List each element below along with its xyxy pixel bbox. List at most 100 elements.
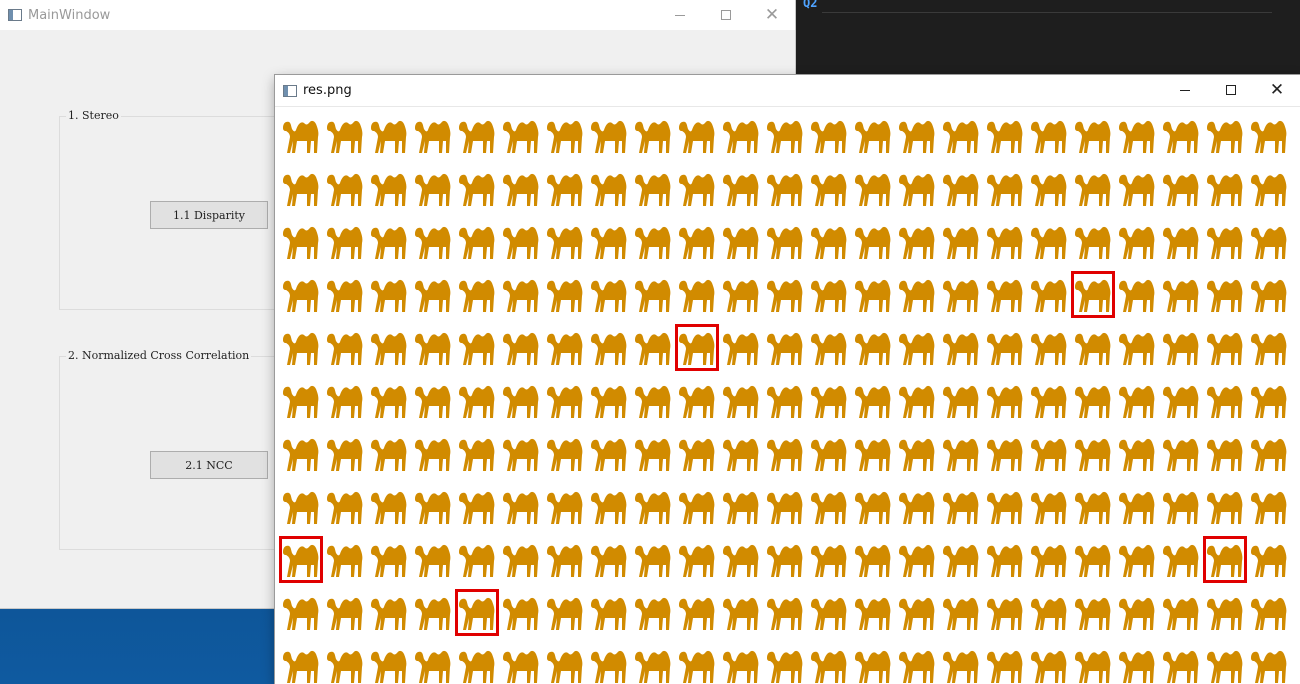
camel-icon bbox=[675, 374, 719, 427]
camel-icon bbox=[367, 480, 411, 533]
maximize-button[interactable] bbox=[1208, 75, 1254, 105]
close-icon: ✕ bbox=[764, 4, 780, 25]
camel-icon bbox=[1203, 109, 1247, 162]
camel-icon bbox=[983, 162, 1027, 215]
image-window-titlebar[interactable]: res.png ✕ bbox=[275, 75, 1300, 107]
camel-icon bbox=[675, 268, 719, 321]
camel-icon bbox=[1159, 162, 1203, 215]
camel-icon bbox=[499, 586, 543, 639]
camel-icon bbox=[279, 215, 323, 268]
camel-icon bbox=[411, 215, 455, 268]
camel-icon bbox=[719, 268, 763, 321]
camel-icon bbox=[675, 639, 719, 684]
camel-icon bbox=[1027, 268, 1071, 321]
camel-icon bbox=[631, 215, 675, 268]
camel-icon bbox=[499, 374, 543, 427]
camel-icon bbox=[763, 109, 807, 162]
close-button[interactable]: ✕ bbox=[1254, 75, 1300, 105]
camel-icon bbox=[851, 427, 895, 480]
camel-icon bbox=[983, 268, 1027, 321]
camel-icon bbox=[323, 162, 367, 215]
camel-icon bbox=[499, 639, 543, 684]
camel-icon bbox=[367, 215, 411, 268]
camel-icon bbox=[983, 586, 1027, 639]
camel-icon bbox=[1071, 215, 1115, 268]
camel-icon bbox=[1247, 109, 1291, 162]
camel-icon bbox=[411, 374, 455, 427]
camel-icon bbox=[543, 374, 587, 427]
camel-icon bbox=[983, 109, 1027, 162]
camel-icon bbox=[1027, 427, 1071, 480]
minimize-button[interactable] bbox=[1162, 75, 1208, 105]
camel-icon bbox=[1027, 480, 1071, 533]
camel-icon bbox=[1247, 215, 1291, 268]
window-app-icon bbox=[8, 9, 22, 21]
camel-icon bbox=[1203, 374, 1247, 427]
camel-icon bbox=[1247, 321, 1291, 374]
camel-icon bbox=[719, 321, 763, 374]
maximize-icon bbox=[721, 10, 731, 20]
camel-icon bbox=[499, 109, 543, 162]
camel-icon bbox=[279, 533, 323, 586]
close-button[interactable]: ✕ bbox=[749, 0, 795, 30]
camel-icon bbox=[631, 586, 675, 639]
camel-icon bbox=[367, 321, 411, 374]
camel-icon bbox=[939, 427, 983, 480]
camel-icon bbox=[851, 321, 895, 374]
camel-icon bbox=[675, 427, 719, 480]
camel-icon bbox=[631, 162, 675, 215]
minimize-button[interactable] bbox=[657, 0, 703, 30]
camel-icon bbox=[719, 480, 763, 533]
camel-icon bbox=[1071, 639, 1115, 684]
camel-icon bbox=[851, 109, 895, 162]
camel-icon bbox=[895, 162, 939, 215]
camel-icon bbox=[939, 533, 983, 586]
camel-icon bbox=[279, 586, 323, 639]
camel-icon bbox=[1027, 533, 1071, 586]
camel-icon bbox=[279, 321, 323, 374]
camel-icon bbox=[499, 268, 543, 321]
camel-icon bbox=[631, 480, 675, 533]
main-window-titlebar[interactable]: MainWindow ✕ bbox=[0, 0, 795, 30]
camel-icon bbox=[1159, 427, 1203, 480]
camel-icon bbox=[1203, 586, 1247, 639]
camel-icon bbox=[763, 321, 807, 374]
camel-icon bbox=[1115, 162, 1159, 215]
camel-icon bbox=[983, 374, 1027, 427]
camel-icon bbox=[983, 215, 1027, 268]
camel-icon bbox=[719, 215, 763, 268]
camel-icon bbox=[367, 109, 411, 162]
camel-icon bbox=[807, 586, 851, 639]
camel-icon bbox=[543, 268, 587, 321]
camel-icon bbox=[543, 427, 587, 480]
ncc-button[interactable]: 2.1 NCC bbox=[150, 451, 268, 479]
camel-icon bbox=[939, 639, 983, 684]
camel-icon bbox=[763, 162, 807, 215]
camel-icon bbox=[1027, 215, 1071, 268]
camel-icon bbox=[895, 639, 939, 684]
camel-icon bbox=[1071, 321, 1115, 374]
camel-icon bbox=[939, 480, 983, 533]
camel-icon bbox=[279, 639, 323, 684]
camel-icon bbox=[543, 533, 587, 586]
camel-icon bbox=[1071, 268, 1115, 321]
camel-icon bbox=[323, 374, 367, 427]
camel-icon bbox=[455, 374, 499, 427]
image-window-title: res.png bbox=[303, 83, 352, 98]
disparity-button[interactable]: 1.1 Disparity bbox=[150, 201, 268, 229]
camel-icon bbox=[719, 374, 763, 427]
camel-icon bbox=[895, 480, 939, 533]
camel-icon bbox=[411, 480, 455, 533]
camel-icon bbox=[323, 480, 367, 533]
camel-icon bbox=[807, 109, 851, 162]
maximize-button[interactable] bbox=[703, 0, 749, 30]
camel-icon bbox=[279, 374, 323, 427]
camel-icon bbox=[1027, 162, 1071, 215]
camel-icon bbox=[411, 533, 455, 586]
camel-icon bbox=[1247, 480, 1291, 533]
camel-icon bbox=[367, 586, 411, 639]
camel-icon bbox=[1203, 639, 1247, 684]
camel-icon bbox=[543, 586, 587, 639]
camel-icon bbox=[543, 109, 587, 162]
camel-icon bbox=[455, 268, 499, 321]
